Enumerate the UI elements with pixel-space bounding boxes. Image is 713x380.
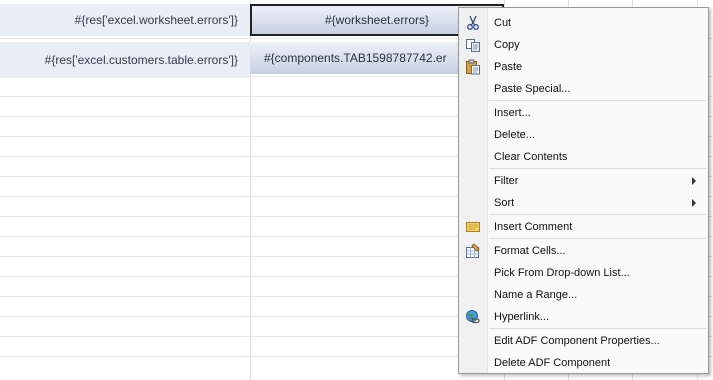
menu-item-sort[interactable]: Sort (459, 192, 708, 214)
menu-item-label: Filter (494, 175, 519, 187)
menu-item-delete-adf-component[interactable]: Delete ADF Component (459, 352, 708, 374)
menu-item-label: Paste Special... (494, 83, 571, 95)
menu-item-label: Format Cells... (494, 245, 566, 257)
format-cells-icon (465, 243, 481, 259)
customers-table-errors-label-cell[interactable]: #{res['excel.customers.table.errors']} (0, 42, 250, 78)
menu-item-label: Clear Contents (494, 151, 568, 163)
menu-item-label: Paste (494, 61, 523, 73)
menu-item-label: Pick From Drop-down List... (494, 267, 630, 279)
menu-item-edit-adf-component-properties[interactable]: Edit ADF Component Properties... (459, 330, 708, 352)
menu-item-insert[interactable]: Insert... (459, 102, 708, 124)
menu-item-label: Hyperlink... (494, 311, 550, 323)
menu-item-label: Delete... (494, 129, 535, 141)
copy-icon (465, 37, 481, 53)
menu-separator (489, 100, 706, 101)
paste-icon (465, 59, 481, 75)
menu-item-paste[interactable]: Paste (459, 56, 708, 78)
menu-item-delete[interactable]: Delete... (459, 124, 708, 146)
menu-item-label: Edit ADF Component Properties... (494, 335, 660, 347)
menu-separator (489, 214, 706, 215)
menu-item-label: Copy (494, 39, 520, 51)
menu-item-insert-comment[interactable]: Insert Comment (459, 216, 708, 238)
menu-item-format-cells[interactable]: Format Cells... (459, 240, 708, 262)
comment-icon (465, 219, 481, 235)
menu-item-label: Insert... (494, 107, 531, 119)
menu-item-cut[interactable]: Cut (459, 12, 708, 34)
hyperlink-icon (465, 309, 481, 325)
menu-item-copy[interactable]: Copy (459, 34, 708, 56)
menu-item-name-a-range[interactable]: Name a Range... (459, 284, 708, 306)
menu-separator (489, 328, 706, 329)
menu-item-label: Insert Comment (494, 221, 573, 233)
menu-item-hyperlink[interactable]: Hyperlink... (459, 306, 708, 328)
menu-item-paste-special[interactable]: Paste Special... (459, 78, 708, 100)
menu-separator (489, 238, 706, 239)
menu-separator (489, 168, 706, 169)
context-menu: Cut Copy Paste Paste Special... Insert..… (458, 7, 709, 374)
worksheet-errors-label-cell[interactable]: #{res['excel.worksheet.errors']} (0, 4, 250, 36)
menu-item-label: Name a Range... (494, 289, 578, 301)
menu-item-label: Delete ADF Component (494, 357, 611, 369)
menu-item-pick-from-drop-down-list[interactable]: Pick From Drop-down List... (459, 262, 708, 284)
submenu-arrow-icon (692, 199, 696, 207)
customers-table-errors-value-cell[interactable]: #{components.TAB1598787742.er (250, 42, 462, 74)
submenu-arrow-icon (692, 177, 696, 185)
menu-item-label: Sort (494, 197, 515, 209)
menu-item-filter[interactable]: Filter (459, 170, 708, 192)
menu-item-label: Cut (494, 17, 512, 29)
menu-item-clear-contents[interactable]: Clear Contents (459, 146, 708, 168)
scissors-icon (465, 15, 481, 31)
